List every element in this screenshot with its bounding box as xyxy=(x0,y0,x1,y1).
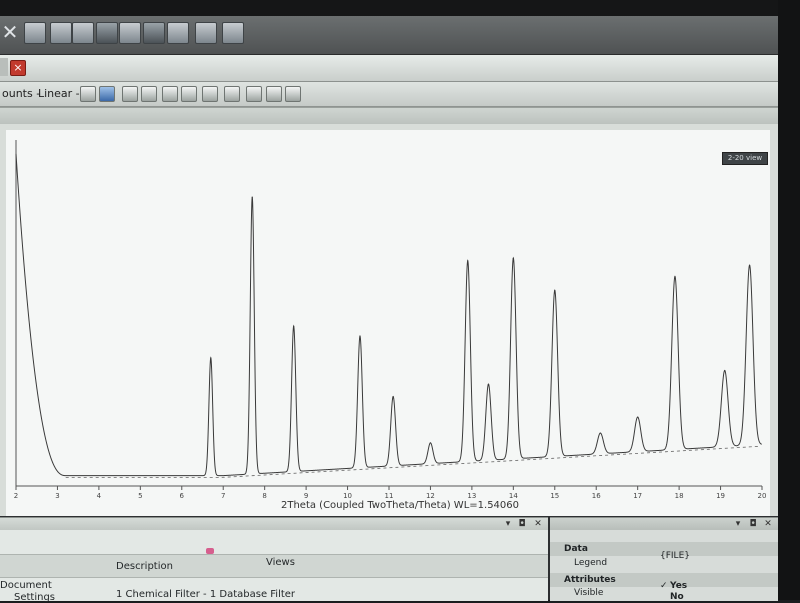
check-icon: ✓ xyxy=(660,581,668,591)
copy-plot-icon[interactable] xyxy=(285,86,301,102)
view-range-badge[interactable]: 2-20 view xyxy=(722,152,768,165)
open-icon[interactable] xyxy=(24,22,46,44)
x-tick-label: 12 xyxy=(426,492,435,500)
peak-12 xyxy=(637,416,639,418)
row-settings-name[interactable]: Settings xyxy=(14,592,55,603)
diffraction-pattern-line xyxy=(15,153,762,477)
diffractogram-area[interactable]: 2 3 4 5 6 7 8 9 10 11 12 13 14 15 16 17 18 19 20 xyxy=(6,130,770,516)
x-tick-label: 7 xyxy=(221,492,225,500)
link-icon[interactable] xyxy=(195,22,217,44)
peak-14 xyxy=(724,369,726,372)
peak-4 xyxy=(359,335,361,337)
monitor-bezel-right xyxy=(778,0,800,600)
minus-icon[interactable] xyxy=(141,86,157,102)
monitor-bezel-top xyxy=(0,0,800,16)
diffractogram-chart[interactable]: 2 3 4 5 6 7 8 9 10 11 12 13 14 15 16 17 18 19 20 xyxy=(6,130,770,516)
x-tick-label: 14 xyxy=(509,492,518,500)
chart-icon[interactable] xyxy=(72,22,94,44)
column-header-description[interactable]: Description xyxy=(116,561,173,572)
document-tab-row: × xyxy=(0,55,778,82)
x-tick-label: 13 xyxy=(467,492,476,500)
properties-panel: ▾ ◘ ✕ Data Legend {FILE} Attributes Visi… xyxy=(550,517,778,602)
no-value[interactable]: No xyxy=(670,592,684,602)
column-header-views[interactable]: Views xyxy=(266,557,295,568)
redo-icon[interactable] xyxy=(181,86,197,102)
x-tick-label: 18 xyxy=(675,492,684,500)
peak-9 xyxy=(512,257,514,259)
peak-13 xyxy=(674,275,676,278)
x-tick-label: 2 xyxy=(14,492,18,500)
pin-icon[interactable]: ▾ xyxy=(502,518,514,530)
x-tick-label: 9 xyxy=(304,492,308,500)
x-tick-label: 4 xyxy=(97,492,102,500)
x-tick-label: 19 xyxy=(716,492,725,500)
data-section-title: Data xyxy=(564,544,588,554)
peak-tool-icon[interactable] xyxy=(202,86,218,102)
table-icon[interactable] xyxy=(119,22,141,44)
row-settings-description: 1 Chemical Filter - 1 Database Filter xyxy=(116,589,296,600)
x-tick-label: 11 xyxy=(385,492,394,500)
window-icon[interactable] xyxy=(167,22,189,44)
legend-label: Legend xyxy=(574,558,608,568)
grid-icon[interactable] xyxy=(96,22,118,44)
pen-icon[interactable] xyxy=(266,86,282,102)
props-pin-icon[interactable]: ▾ xyxy=(732,518,744,530)
legend-value[interactable]: {FILE} xyxy=(660,551,690,561)
x-tick-label: 16 xyxy=(592,492,601,500)
scale-dropdown[interactable]: Linear - xyxy=(38,87,80,100)
undo-icon[interactable] xyxy=(162,86,178,102)
peak-6 xyxy=(429,442,432,444)
document-panel-titlebar xyxy=(0,518,548,530)
document-panel: ▾ ◘ ✕ Description Views Document Setting… xyxy=(0,517,548,603)
plot-panel-header xyxy=(0,108,778,124)
visible-value[interactable]: Yes xyxy=(670,581,687,591)
x-tick-label: 10 xyxy=(343,492,352,500)
export-icon[interactable] xyxy=(222,22,244,44)
row-document-name[interactable]: Document xyxy=(0,580,52,591)
zoom-icon[interactable] xyxy=(80,86,96,102)
plot-toolbar: ounts - Linear - xyxy=(0,82,778,107)
counts-dropdown[interactable]: ounts - xyxy=(2,87,40,100)
props-float-icon[interactable]: ◘ xyxy=(747,518,759,530)
peak-10 xyxy=(554,289,556,291)
x-tick-label: 20 xyxy=(758,492,767,500)
x-tick-label: 17 xyxy=(633,492,642,500)
x-tick-label: 15 xyxy=(550,492,559,500)
peak-11 xyxy=(599,432,601,434)
up-arrow-icon[interactable] xyxy=(122,86,138,102)
float-icon[interactable]: ◘ xyxy=(516,518,528,530)
screen: ✕ × ounts - Linear - 2 3 4 5 6 7 8 9 10 11 12 13 xyxy=(0,0,800,603)
peak-7 xyxy=(467,260,469,262)
peak-3 xyxy=(293,325,295,327)
tab-close-button[interactable]: × xyxy=(10,60,26,76)
close-icon[interactable]: ✕ xyxy=(0,22,20,42)
copy-icon[interactable] xyxy=(50,22,72,44)
peak-2 xyxy=(251,196,253,198)
main-toolbar: ✕ xyxy=(0,16,778,55)
peak-search-icon[interactable] xyxy=(224,86,240,102)
peak-8 xyxy=(487,383,490,385)
x-tick-label: 3 xyxy=(55,492,59,500)
fit-icon[interactable] xyxy=(246,86,262,102)
peak-5 xyxy=(392,395,394,398)
tab-edge xyxy=(0,58,8,76)
panel-close-icon[interactable]: ✕ xyxy=(532,518,544,530)
visible-label: Visible xyxy=(574,588,604,598)
x-axis-label: 2Theta (Coupled TwoTheta/Theta) WL=1.540… xyxy=(280,500,520,511)
peak-1 xyxy=(210,357,212,359)
plot-panel: 2 3 4 5 6 7 8 9 10 11 12 13 14 15 16 17 18 19 20 xyxy=(0,107,778,516)
x-tick-label: 6 xyxy=(180,492,185,500)
down-arrow-icon[interactable] xyxy=(99,86,115,102)
spreadsheet-icon[interactable] xyxy=(143,22,165,44)
attributes-section-title: Attributes xyxy=(564,575,616,585)
peak-15 xyxy=(748,264,751,266)
x-tick-label: 5 xyxy=(138,492,142,500)
props-close-icon[interactable]: ✕ xyxy=(762,518,774,530)
x-tick-label: 8 xyxy=(262,492,266,500)
